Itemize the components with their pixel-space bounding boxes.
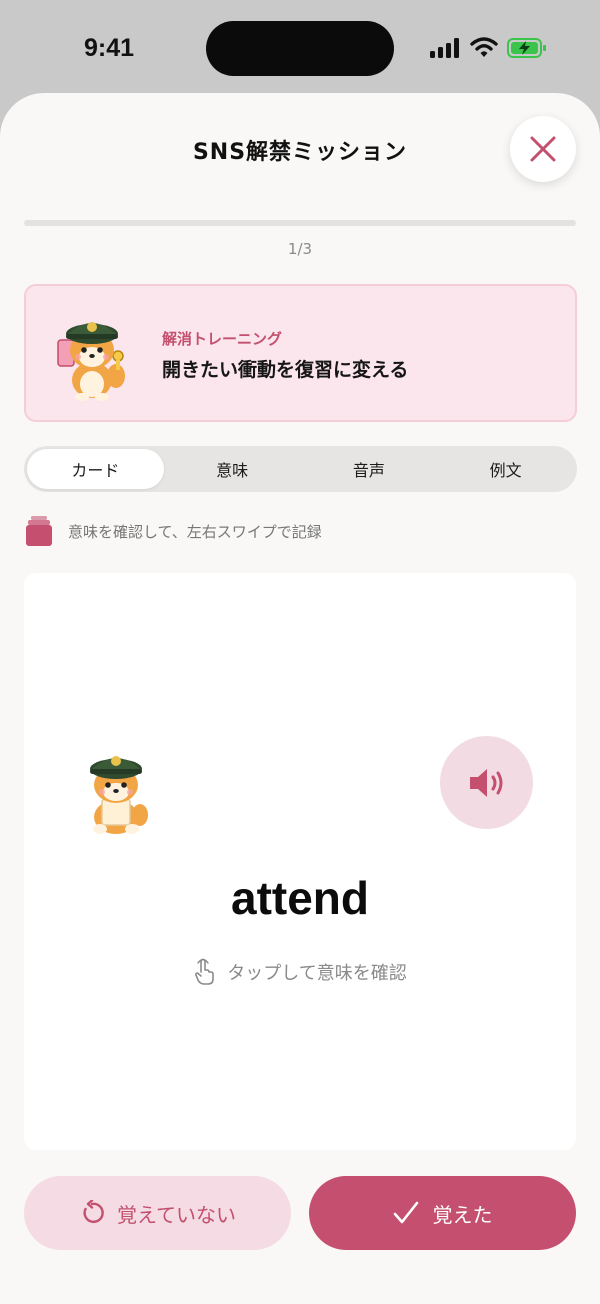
tab-example[interactable]: 例文 [437, 449, 574, 489]
close-icon [530, 136, 556, 162]
play-audio-button[interactable] [440, 736, 533, 829]
dynamic-island [206, 21, 394, 76]
swipe-hint: 意味を確認して、左右スワイプで記録 [26, 516, 322, 546]
tap-hand-icon [195, 958, 215, 985]
banner-subtitle: 解消トレーニング [162, 330, 283, 348]
shiba-reading-icon [90, 756, 148, 834]
check-icon [393, 1201, 418, 1224]
tap-hint-text: タップして意味を確認 [227, 963, 407, 984]
mode-tabs: カード 意味 音声 例文 [24, 446, 577, 492]
tab-card[interactable]: カード [27, 449, 164, 489]
card-stack-icon [26, 516, 52, 546]
status-time: 9:41 [84, 34, 135, 62]
shiba-mascot-icon [57, 322, 125, 401]
hint-text: 意味を確認して、左右スワイプで記録 [68, 522, 322, 541]
not-remembered-button[interactable]: 覚えていない [24, 1176, 291, 1250]
remembered-label: 覚えた [432, 1202, 493, 1227]
training-banner: 解消トレーニング 開きたい衝動を復習に変える [24, 284, 577, 422]
speaker-icon [469, 768, 502, 797]
tap-hint: タップして意味を確認 [24, 958, 576, 986]
flashcard[interactable]: attend タップして意味を確認 [24, 573, 576, 1150]
undo-icon [83, 1200, 104, 1223]
signal-icon [430, 38, 459, 58]
progress-counter: 1/3 [287, 240, 313, 258]
progress-bar [24, 220, 576, 226]
not-remembered-label: 覚えていない [117, 1202, 236, 1227]
flashcard-word: attend [231, 872, 369, 924]
tab-audio[interactable]: 音声 [301, 449, 438, 489]
banner-title: 開きたい衝動を復習に変える [162, 359, 409, 381]
tab-meaning[interactable]: 意味 [164, 449, 301, 489]
remembered-button[interactable]: 覚えた [309, 1176, 576, 1250]
wifi-icon [470, 37, 498, 57]
close-button[interactable] [510, 116, 576, 182]
battery-charging-icon [507, 38, 546, 58]
status-bar: 9:41 [0, 0, 600, 96]
